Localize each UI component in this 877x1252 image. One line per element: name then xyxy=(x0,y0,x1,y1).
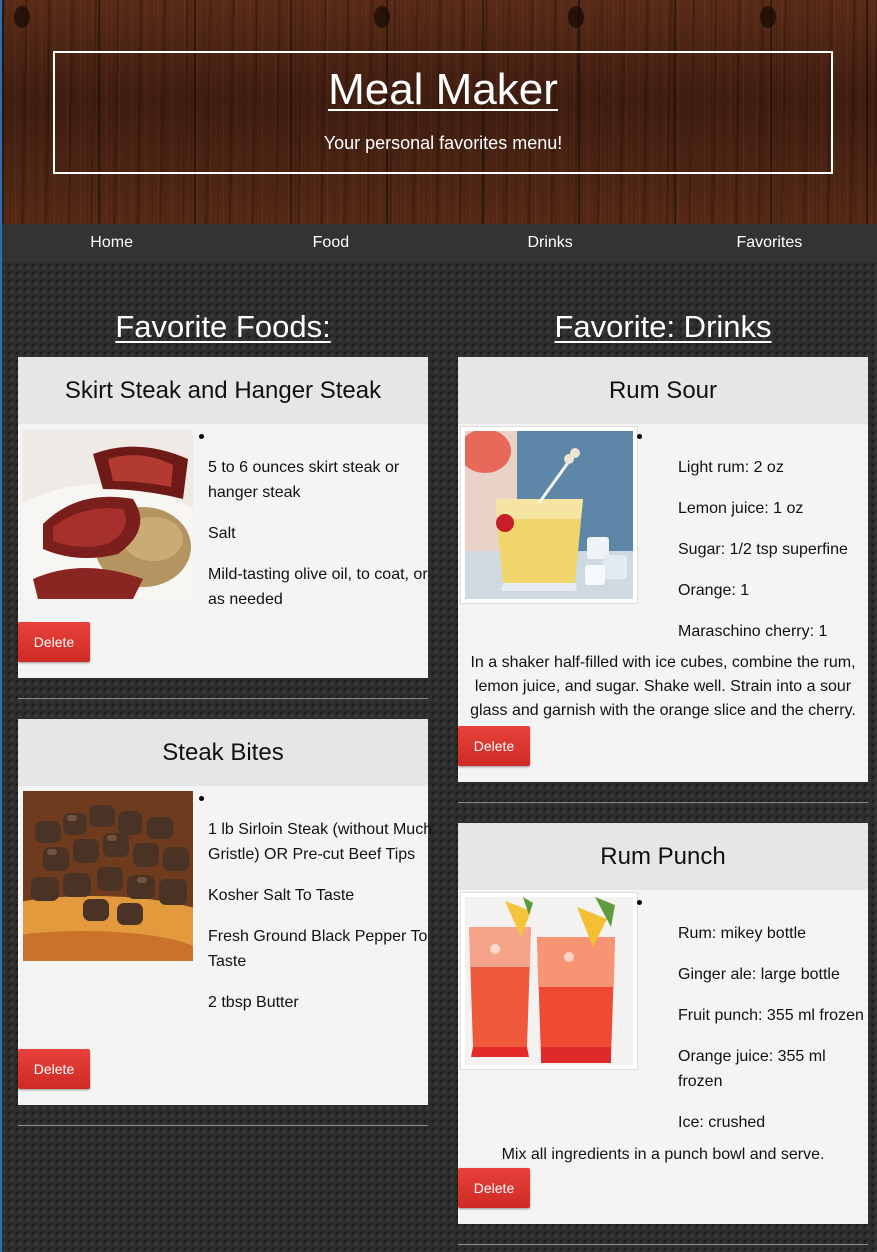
ingredient-item: Ice: crushed xyxy=(678,1114,766,1131)
food-card-title: Skirt Steak and Hanger Steak xyxy=(18,357,428,424)
steak-photo xyxy=(23,429,193,599)
ingredient-item: 5 to 6 ounces skirt steak or hanger stea… xyxy=(208,459,400,501)
drink-instructions: In a shaker half-filled with ice cubes, … xyxy=(470,654,856,719)
nav-favorites-link[interactable]: Favorites xyxy=(660,224,877,262)
delete-button[interactable]: Delete xyxy=(458,1168,530,1208)
steak-bites-photo xyxy=(23,791,193,961)
food-card: Skirt Steak and Hanger Steak 5 to 6 ounc xyxy=(18,357,428,678)
drink-instructions: Mix all ingredients in a punch bowl and … xyxy=(501,1146,825,1163)
ingredient-item: Orange: 1 xyxy=(678,582,750,599)
favorite-drinks-heading: Favorite: Drinks xyxy=(554,309,772,344)
ingredient-item: 2 tbsp Butter xyxy=(208,994,299,1011)
bullet-dot xyxy=(637,900,642,905)
wood-knot-decoration xyxy=(14,6,30,28)
ingredient-item: Fresh Ground Black Pepper To Taste xyxy=(208,928,428,970)
drink-card: Rum Punch Rum: mikey bottle Ginger ale: … xyxy=(458,823,868,1224)
rum-punch-photo xyxy=(460,892,638,1070)
ingredient-list: Light rum: 2 oz Lemon juice: 1 oz Sugar:… xyxy=(637,429,868,660)
food-card-body: 1 lb Sirloin Steak (without Much Gristle… xyxy=(18,786,432,1105)
drink-card: Rum Sour Light rum: 2 oz Lemon juice: 1 … xyxy=(458,357,868,782)
food-card: Steak Bites 1 lb Sirloin Steak (without … xyxy=(18,719,432,1105)
ingredient-item: Mild-tasting olive oil, to coat, or as n… xyxy=(208,566,428,608)
drink-card-body: Rum: mikey bottle Ginger ale: large bott… xyxy=(458,890,868,1224)
ingredient-item: Lemon juice: 1 oz xyxy=(678,500,804,517)
wood-knot-decoration xyxy=(374,6,390,28)
ingredient-item: 1 lb Sirloin Steak (without Much Gristle… xyxy=(208,821,433,863)
ingredient-item: Maraschino cherry: 1 xyxy=(678,623,828,640)
delete-button[interactable]: Delete xyxy=(18,1049,90,1089)
ingredient-list: 5 to 6 ounces skirt steak or hanger stea… xyxy=(199,429,428,628)
header-banner: Meal Maker Your personal favorites menu! xyxy=(2,0,877,224)
header-title-box: Meal Maker Your personal favorites menu! xyxy=(53,51,833,174)
bullet-dot xyxy=(637,434,642,439)
ingredient-item: Sugar: 1/2 tsp superfine xyxy=(678,541,848,558)
main-nav: Home Food Drinks Favorites xyxy=(2,224,877,262)
card-divider xyxy=(18,698,428,699)
ingredient-item: Ginger ale: large bottle xyxy=(678,966,840,983)
favorite-drinks-column: Favorite: Drinks Rum Sour Light rum: 2 o… xyxy=(458,262,868,1245)
ingredient-item: Kosher Salt To Taste xyxy=(208,887,355,904)
bullet-dot xyxy=(199,434,204,439)
card-divider xyxy=(458,1244,868,1245)
drink-card-title: Rum Punch xyxy=(458,823,868,890)
favorite-foods-heading: Favorite Foods: xyxy=(115,309,331,344)
card-divider xyxy=(18,1125,428,1126)
ingredient-item: Rum: mikey bottle xyxy=(678,925,807,942)
drink-card-body: Light rum: 2 oz Lemon juice: 1 oz Sugar:… xyxy=(458,424,868,782)
drink-card-title: Rum Sour xyxy=(458,357,868,424)
ingredient-list: Rum: mikey bottle Ginger ale: large bott… xyxy=(637,895,868,1151)
card-divider xyxy=(458,802,868,803)
ingredient-item: Fruit punch: 355 ml frozen xyxy=(678,1007,864,1024)
delete-button[interactable]: Delete xyxy=(18,622,90,662)
bullet-dot xyxy=(199,796,204,801)
favorite-foods-column: Favorite Foods: Skirt Steak and Hanger S… xyxy=(18,262,432,1126)
food-card-title: Steak Bites xyxy=(18,719,428,786)
nav-drinks-link[interactable]: Drinks xyxy=(441,224,660,262)
food-card-body: 5 to 6 ounces skirt steak or hanger stea… xyxy=(18,424,428,678)
wood-knot-decoration xyxy=(760,6,776,28)
rum-sour-photo xyxy=(460,426,638,604)
ingredient-item: Orange juice: 355 ml frozen xyxy=(678,1048,826,1090)
site-subtitle: Your personal favorites menu! xyxy=(323,133,563,153)
ingredient-item: Light rum: 2 oz xyxy=(678,459,784,476)
delete-button[interactable]: Delete xyxy=(458,726,530,766)
nav-home-link[interactable]: Home xyxy=(2,224,221,262)
ingredient-list: 1 lb Sirloin Steak (without Much Gristle… xyxy=(199,791,433,1031)
nav-food-link[interactable]: Food xyxy=(221,224,440,262)
ingredient-item: Salt xyxy=(208,525,236,542)
wood-knot-decoration xyxy=(568,6,584,28)
site-title[interactable]: Meal Maker xyxy=(55,65,831,115)
